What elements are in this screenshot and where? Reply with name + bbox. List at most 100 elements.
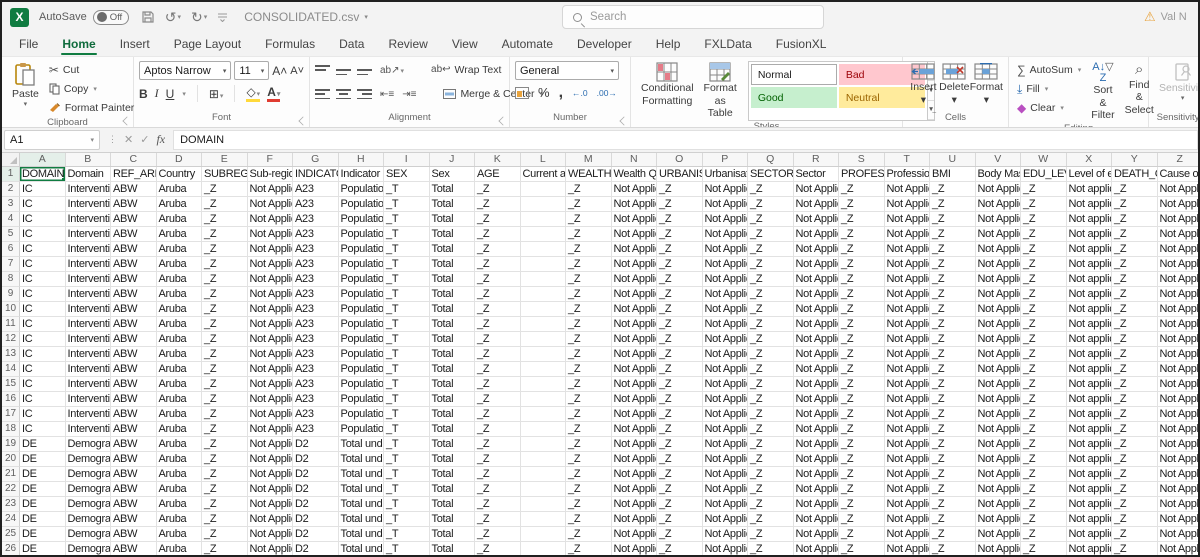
- cell-Y1[interactable]: DEATH_CAUSE: [1112, 167, 1158, 182]
- cell-N4[interactable]: Not Applicable: [611, 212, 657, 227]
- tab-page-layout[interactable]: Page Layout: [163, 34, 252, 56]
- insert-cells-button[interactable]: Insert ▾: [908, 61, 939, 112]
- row-header-20[interactable]: 20: [2, 452, 20, 467]
- cell-B9[interactable]: Intervention: [65, 287, 111, 302]
- cell-D2[interactable]: Aruba: [156, 182, 202, 197]
- cell-W12[interactable]: _Z: [1021, 332, 1067, 347]
- cell-F2[interactable]: Not Applicable: [247, 182, 293, 197]
- cell-V4[interactable]: Not Applicable: [975, 212, 1021, 227]
- cell-Y13[interactable]: _Z: [1112, 347, 1158, 362]
- cell-A25[interactable]: DE: [20, 527, 66, 542]
- column-header-Q[interactable]: Q: [748, 153, 794, 166]
- font-size-select[interactable]: 11 ▾: [234, 61, 270, 80]
- cell-E9[interactable]: _Z: [202, 287, 248, 302]
- cell-U10[interactable]: _Z: [930, 302, 976, 317]
- cell-Q23[interactable]: _Z: [748, 497, 794, 512]
- cell-X6[interactable]: Not applicable: [1066, 242, 1112, 257]
- cell-X14[interactable]: Not applicable: [1066, 362, 1112, 377]
- cell-D24[interactable]: Aruba: [156, 512, 202, 527]
- cell-A8[interactable]: IC: [20, 272, 66, 287]
- cell-A26[interactable]: DE: [20, 542, 66, 555]
- cell-T21[interactable]: Not Applicable: [884, 467, 930, 482]
- cell-Y14[interactable]: _Z: [1112, 362, 1158, 377]
- cell-K25[interactable]: _Z: [475, 527, 521, 542]
- cell-V17[interactable]: Not Applicable: [975, 407, 1021, 422]
- cell-Q15[interactable]: _Z: [748, 377, 794, 392]
- cell-U6[interactable]: _Z: [930, 242, 976, 257]
- cell-B17[interactable]: Intervention: [65, 407, 111, 422]
- cell-N24[interactable]: Not Applicable: [611, 512, 657, 527]
- cell-T12[interactable]: Not Applicable: [884, 332, 930, 347]
- cell-L20[interactable]: [520, 452, 566, 467]
- tab-formulas[interactable]: Formulas: [254, 34, 326, 56]
- format-cells-button[interactable]: Format ▾: [970, 61, 1003, 112]
- cell-H11[interactable]: Population: [338, 317, 384, 332]
- cell-I20[interactable]: _T: [384, 452, 430, 467]
- cell-J7[interactable]: Total: [429, 257, 475, 272]
- customize-qat-button[interactable]: [217, 12, 228, 22]
- cell-W23[interactable]: _Z: [1021, 497, 1067, 512]
- cell-S9[interactable]: _Z: [839, 287, 885, 302]
- cell-S22[interactable]: _Z: [839, 482, 885, 497]
- cell-D17[interactable]: Aruba: [156, 407, 202, 422]
- cell-O17[interactable]: _Z: [657, 407, 703, 422]
- cell-J5[interactable]: Total: [429, 227, 475, 242]
- cell-Z2[interactable]: Not Applicable: [1157, 182, 1198, 197]
- column-header-A[interactable]: A: [20, 153, 66, 166]
- cell-D26[interactable]: Aruba: [157, 542, 202, 555]
- cell-I25[interactable]: _T: [384, 527, 430, 542]
- row-header-19[interactable]: 19: [2, 437, 20, 452]
- cell-B26[interactable]: Demographic: [66, 542, 111, 555]
- cell-J11[interactable]: Total: [429, 317, 475, 332]
- column-header-R[interactable]: R: [794, 153, 839, 166]
- cell-L24[interactable]: [520, 512, 566, 527]
- cell-E22[interactable]: _Z: [202, 482, 248, 497]
- cell-P22[interactable]: Not Applicable: [702, 482, 748, 497]
- cell-H9[interactable]: Population: [338, 287, 384, 302]
- cell-K18[interactable]: _Z: [475, 422, 521, 437]
- cell-Q4[interactable]: _Z: [748, 212, 794, 227]
- cell-W7[interactable]: _Z: [1021, 257, 1067, 272]
- cell-O15[interactable]: _Z: [657, 377, 703, 392]
- cell-X17[interactable]: Not applicable: [1066, 407, 1112, 422]
- cell-F5[interactable]: Not Applicable: [247, 227, 293, 242]
- cell-S12[interactable]: _Z: [839, 332, 885, 347]
- cell-M3[interactable]: _Z: [566, 197, 612, 212]
- cell-W24[interactable]: _Z: [1021, 512, 1067, 527]
- cell-P12[interactable]: Not Applicable: [702, 332, 748, 347]
- fill-button[interactable]: ⤓ Fill ▾: [1014, 80, 1084, 98]
- row-header-8[interactable]: 8: [2, 272, 20, 287]
- cell-G12[interactable]: A23: [293, 332, 339, 347]
- cell-J13[interactable]: Total: [429, 347, 475, 362]
- cell-Q21[interactable]: _Z: [748, 467, 794, 482]
- cell-G3[interactable]: A23: [293, 197, 339, 212]
- cell-B4[interactable]: Intervention: [65, 212, 111, 227]
- cell-M17[interactable]: _Z: [566, 407, 612, 422]
- cell-E12[interactable]: _Z: [202, 332, 248, 347]
- cell-R3[interactable]: Not Applicable: [793, 197, 839, 212]
- cell-V13[interactable]: Not Applicable: [975, 347, 1021, 362]
- cell-L3[interactable]: [520, 197, 566, 212]
- cell-P18[interactable]: Not Applicable: [702, 422, 748, 437]
- cell-N19[interactable]: Not Applicable: [611, 437, 657, 452]
- cell-Y8[interactable]: _Z: [1112, 272, 1158, 287]
- cell-G24[interactable]: D2: [293, 512, 339, 527]
- cell-D22[interactable]: Aruba: [156, 482, 202, 497]
- cell-T5[interactable]: Not Applicable: [884, 227, 930, 242]
- row-header-23[interactable]: 23: [2, 497, 20, 512]
- cell-N5[interactable]: Not Applicable: [611, 227, 657, 242]
- cell-L21[interactable]: [520, 467, 566, 482]
- cell-O24[interactable]: _Z: [657, 512, 703, 527]
- cell-T10[interactable]: Not Applicable: [884, 302, 930, 317]
- column-header-U[interactable]: U: [930, 153, 976, 166]
- align-middle-button[interactable]: [336, 64, 351, 76]
- cell-P3[interactable]: Not Applicable: [702, 197, 748, 212]
- cell-U13[interactable]: _Z: [930, 347, 976, 362]
- cell-H26[interactable]: Total under 5: [339, 542, 384, 555]
- cell-V24[interactable]: Not Applicable: [975, 512, 1021, 527]
- align-right-button[interactable]: [357, 88, 372, 100]
- cell-Z22[interactable]: Not Applicable: [1157, 482, 1198, 497]
- cell-B14[interactable]: Intervention: [65, 362, 111, 377]
- cell-V3[interactable]: Not Applicable: [975, 197, 1021, 212]
- cell-C17[interactable]: ABW: [111, 407, 157, 422]
